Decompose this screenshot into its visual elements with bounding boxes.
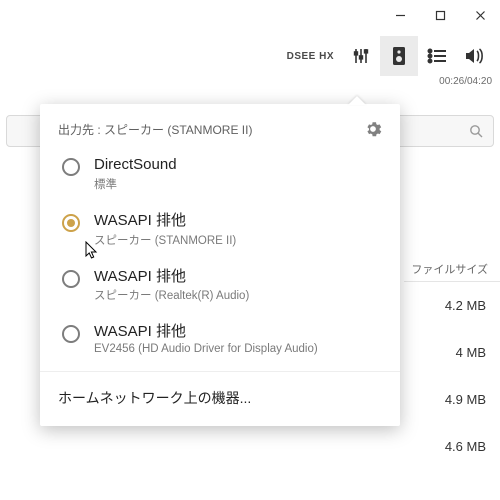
option-subtitle: 標準 bbox=[94, 176, 177, 192]
option-title: WASAPI 排他 bbox=[94, 212, 236, 231]
radio-icon bbox=[62, 158, 80, 176]
radio-icon bbox=[62, 270, 80, 288]
radio-icon bbox=[62, 214, 80, 232]
output-option-wasapi-realtek[interactable]: WASAPI 排他 スピーカー (Realtek(R) Audio) bbox=[40, 258, 400, 314]
output-option-wasapi-ev2456[interactable]: WASAPI 排他 EV2456 (HD Audio Driver for Di… bbox=[40, 313, 400, 365]
option-title: DirectSound bbox=[94, 156, 177, 175]
dsee-hx-label[interactable]: DSEE HX bbox=[279, 51, 342, 62]
option-subtitle: スピーカー (Realtek(R) Audio) bbox=[94, 287, 249, 303]
table-cell: 4.9 MB bbox=[404, 376, 500, 423]
maximize-button[interactable] bbox=[420, 1, 460, 29]
home-network-devices[interactable]: ホームネットワーク上の機器... bbox=[40, 371, 400, 426]
table-cell: 4.6 MB bbox=[404, 423, 500, 470]
titlebar bbox=[0, 0, 500, 30]
option-subtitle: スピーカー (STANMORE II) bbox=[94, 232, 236, 248]
equalizer-button[interactable] bbox=[342, 36, 380, 76]
minimize-button[interactable] bbox=[380, 1, 420, 29]
popup-title: 出力先 : スピーカー (STANMORE II) bbox=[58, 121, 252, 138]
table-cell: 4.2 MB bbox=[404, 282, 500, 329]
table-cell: 4 MB bbox=[404, 329, 500, 376]
toolbar: DSEE HX bbox=[0, 30, 500, 82]
output-device-popup: 出力先 : スピーカー (STANMORE II) DirectSound 標準… bbox=[40, 104, 400, 426]
filesize-header[interactable]: ファイルサイズ bbox=[404, 255, 500, 282]
radio-icon bbox=[62, 325, 80, 343]
output-device-button[interactable] bbox=[380, 36, 418, 76]
option-subtitle: EV2456 (HD Audio Driver for Display Audi… bbox=[94, 343, 318, 355]
search-icon bbox=[469, 124, 483, 138]
filesize-column: ファイルサイズ 4.2 MB 4 MB 4.9 MB 4.6 MB bbox=[404, 255, 500, 470]
playlist-button[interactable] bbox=[418, 36, 456, 76]
volume-button[interactable] bbox=[456, 36, 494, 76]
output-option-wasapi-stanmore[interactable]: WASAPI 排他 スピーカー (STANMORE II) bbox=[40, 202, 400, 258]
option-title: WASAPI 排他 bbox=[94, 268, 249, 287]
option-title: WASAPI 排他 bbox=[94, 323, 318, 342]
output-option-directsound[interactable]: DirectSound 標準 bbox=[40, 146, 400, 202]
gear-icon[interactable] bbox=[364, 120, 382, 138]
close-button[interactable] bbox=[460, 1, 500, 29]
playback-time: 00:26/04:20 bbox=[439, 76, 492, 87]
